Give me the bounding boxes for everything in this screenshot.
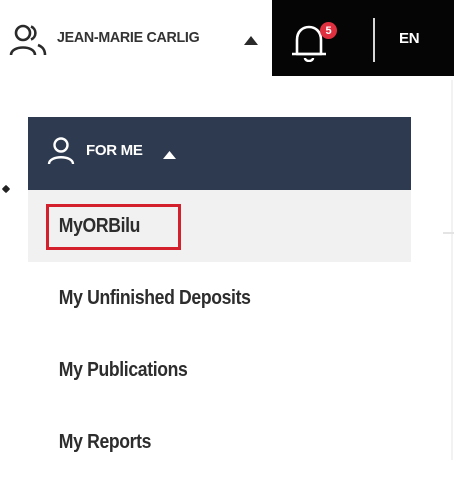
for-me-dropdown-header[interactable]: FOR ME xyxy=(28,117,411,190)
user-icon xyxy=(47,137,75,165)
menu-item-my-reports[interactable]: My Reports xyxy=(28,406,411,478)
edge-separator xyxy=(443,232,454,234)
menu-item-label: MyORBilu xyxy=(58,214,141,237)
topbar-divider xyxy=(373,18,375,62)
caret-up-icon xyxy=(163,151,176,159)
user-menu-button[interactable]: JEAN-MARIE CARLIG xyxy=(0,0,272,76)
user-name: JEAN-MARIE CARLIG xyxy=(57,29,200,46)
users-icon xyxy=(9,24,47,56)
notifications-button[interactable]: 5 xyxy=(287,14,353,66)
menu-item-label: My Publications xyxy=(58,358,188,381)
for-me-title: FOR ME xyxy=(86,142,143,159)
notification-badge: 5 xyxy=(320,22,337,39)
menu-item-my-unfinished-deposits[interactable]: My Unfinished Deposits xyxy=(28,262,411,334)
menu-item-label: My Reports xyxy=(58,430,152,453)
menu-item-my-publications[interactable]: My Publications xyxy=(28,334,411,406)
page-edge-line xyxy=(451,80,453,460)
menu-item-label: My Unfinished Deposits xyxy=(58,286,251,309)
language-switcher[interactable]: EN xyxy=(399,30,420,47)
mouse-cursor-mark xyxy=(1,184,11,194)
top-bar: JEAN-MARIE CARLIG 5 EN xyxy=(0,0,454,76)
menu-item-myorbilu[interactable]: MyORBilu xyxy=(28,190,411,262)
caret-up-icon xyxy=(244,36,258,45)
